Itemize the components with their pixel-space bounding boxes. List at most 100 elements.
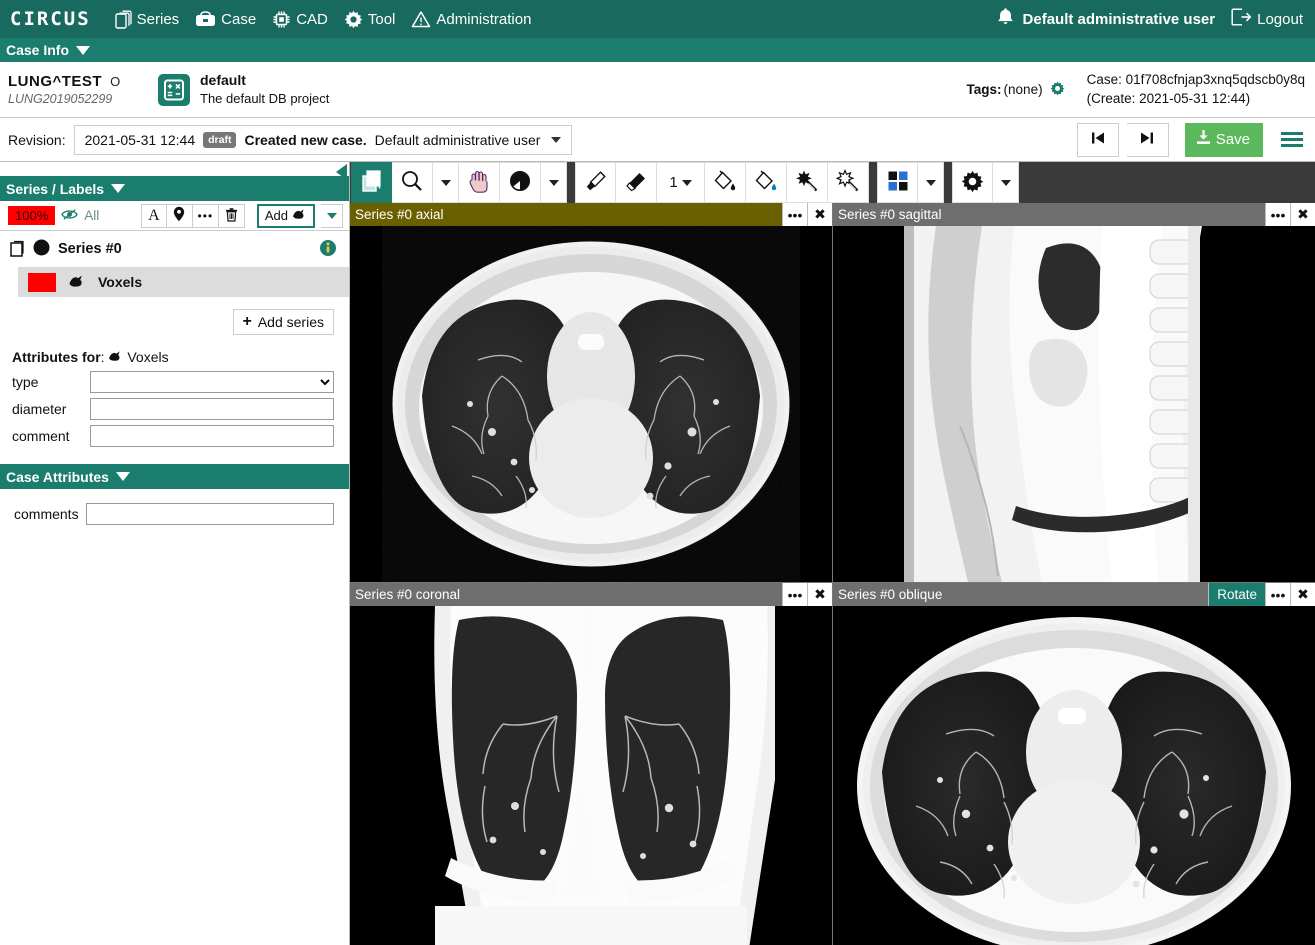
nav-item-cad[interactable]: CAD — [264, 8, 336, 31]
attribute-input-comment[interactable] — [90, 425, 334, 447]
viewport-more-button[interactable]: ••• — [1265, 583, 1290, 606]
paintbrush-icon — [584, 169, 608, 196]
label-color-swatch[interactable] — [28, 273, 56, 292]
series-labels-toolbar: 100% All A ••• — [0, 201, 349, 231]
viewport-canvas-sagittal[interactable] — [833, 226, 1315, 582]
viewport-coronal[interactable]: Series #0 coronal ••• ✖ — [350, 583, 832, 945]
voxel-label-icon — [292, 208, 307, 223]
chevron-down-icon[interactable] — [111, 184, 125, 193]
chevron-down-icon[interactable] — [551, 137, 561, 143]
magic-wand-tool-button[interactable] — [787, 162, 828, 203]
label-attributes-section: Attributes for: Voxels type diameter com… — [0, 335, 349, 447]
chevron-down-icon[interactable] — [76, 46, 90, 55]
series-labels-panel-header[interactable]: Series / Labels — [0, 176, 349, 201]
layout-tool-dropdown[interactable] — [918, 162, 944, 203]
location-pin-button[interactable] — [167, 204, 193, 228]
viewport-oblique[interactable]: Series #0 oblique Rotate ••• ✖ — [833, 583, 1315, 945]
add-series-button[interactable]: + Add series — [233, 309, 335, 335]
eye-visibility-icon[interactable] — [61, 208, 78, 224]
last-revision-button[interactable] — [1127, 123, 1169, 157]
nav-item-administration[interactable]: Administration — [403, 8, 539, 30]
series-row[interactable]: Series #0 — [0, 231, 349, 267]
save-button[interactable]: Save — [1185, 123, 1263, 157]
viewport-more-button[interactable]: ••• — [782, 583, 807, 606]
tags-settings-gear-icon[interactable] — [1050, 81, 1065, 99]
viewport-axial[interactable]: Series #0 axial ••• ✖ — [350, 203, 832, 582]
viewport-rotate-button[interactable]: Rotate — [1208, 583, 1265, 606]
viewport-more-button[interactable]: ••• — [1265, 203, 1290, 226]
brush-tool-button[interactable] — [575, 162, 616, 203]
chevron-down-icon — [441, 180, 451, 186]
first-revision-button[interactable] — [1077, 123, 1119, 157]
case-attributes-title: Case Attributes — [6, 469, 109, 485]
voxel-label-icon — [68, 274, 86, 291]
bucket-fill-3d-tool-button[interactable] — [746, 162, 787, 203]
label-row-voxels[interactable]: Voxels — [18, 267, 349, 297]
bell-icon — [996, 7, 1015, 31]
viewport-sagittal[interactable]: Series #0 sagittal ••• ✖ — [833, 203, 1315, 582]
attribute-input-diameter[interactable] — [90, 398, 334, 420]
nav-item-case[interactable]: Case — [187, 8, 264, 30]
viewport-more-button[interactable]: ••• — [782, 203, 807, 226]
magnifier-icon — [400, 169, 424, 196]
attributes-title: Attributes for: Voxels — [12, 349, 334, 365]
add-label-dropdown-button[interactable] — [321, 204, 343, 228]
nav-item-series[interactable]: Series — [107, 8, 188, 31]
add-label-button[interactable]: Add — [257, 204, 315, 228]
zoom-tool-button[interactable] — [392, 162, 433, 203]
case-info-title: Case Info — [6, 42, 69, 58]
hamburger-menu-icon[interactable] — [1281, 132, 1303, 147]
attribute-row-comment: comment — [12, 425, 334, 447]
nav-item-tool[interactable]: Tool — [336, 8, 404, 31]
sidebar-collapse-handle[interactable] — [336, 164, 347, 180]
viewport-canvas-coronal[interactable] — [350, 606, 832, 945]
series-name: Series #0 — [58, 241, 122, 257]
patient-id: LUNG2019052299 — [8, 92, 156, 106]
image-viewer: 1 — [350, 162, 1315, 945]
magic-wand-eraser-tool-button[interactable] — [828, 162, 869, 203]
delete-label-button[interactable] — [219, 204, 245, 228]
case-attributes-panel-header[interactable]: Case Attributes — [0, 464, 349, 489]
attribute-select-type[interactable] — [90, 371, 334, 393]
tool-group-settings — [952, 162, 1019, 203]
window-level-dropdown[interactable] — [541, 162, 567, 203]
viewport-close-button[interactable]: ✖ — [807, 583, 832, 606]
layout-tool-button[interactable] — [877, 162, 918, 203]
case-info-section-header[interactable]: Case Info — [0, 38, 1315, 62]
settings-tool-button[interactable] — [952, 162, 993, 203]
attributes-title-target: Voxels — [127, 349, 168, 365]
all-labels-label[interactable]: All — [84, 208, 99, 223]
case-attribute-label-comments: comments — [14, 506, 86, 522]
user-menu[interactable]: Default administrative user — [996, 7, 1216, 31]
eraser-tool-button[interactable] — [616, 162, 657, 203]
zoom-tool-dropdown[interactable] — [433, 162, 459, 203]
series-info-icon[interactable] — [319, 239, 337, 260]
more-options-button[interactable]: ••• — [193, 204, 219, 228]
viewport-header-sagittal: Series #0 sagittal ••• ✖ — [833, 203, 1315, 226]
bucket-fill-tool-button[interactable] — [705, 162, 746, 203]
revision-selector[interactable]: 2021-05-31 12:44 draft Created new case.… — [74, 125, 573, 155]
case-attribute-row-comments: comments — [14, 503, 334, 525]
settings-tool-dropdown[interactable] — [993, 162, 1019, 203]
brush-width-button[interactable]: 1 — [657, 162, 705, 203]
window-level-tool-button[interactable] — [500, 162, 541, 203]
chevron-down-icon[interactable] — [116, 472, 130, 481]
viewport-canvas-oblique[interactable] — [833, 606, 1315, 945]
case-attribute-input-comments[interactable] — [86, 503, 334, 525]
hand-tool-button[interactable] — [459, 162, 500, 203]
viewport-close-button[interactable]: ✖ — [807, 203, 832, 226]
nav-item-cad-label: CAD — [296, 11, 328, 28]
series-stack-icon — [10, 238, 30, 260]
opacity-badge[interactable]: 100% — [8, 206, 55, 225]
viewport-close-button[interactable]: ✖ — [1290, 203, 1315, 226]
viewport-canvas-axial[interactable] — [350, 226, 832, 582]
skip-to-end-icon — [1139, 130, 1155, 149]
cad-chip-icon — [272, 10, 291, 29]
revision-author: Default administrative user — [375, 132, 541, 148]
annotation-text-button[interactable]: A — [141, 204, 167, 228]
pager-tool-button[interactable] — [351, 162, 392, 203]
case-id: Case: 01f708cfnjap3xnq5qdscb0y8q — [1087, 71, 1305, 90]
logout-button[interactable]: Logout — [1231, 8, 1303, 30]
attribute-label-diameter: diameter — [12, 401, 90, 417]
viewport-close-button[interactable]: ✖ — [1290, 583, 1315, 606]
